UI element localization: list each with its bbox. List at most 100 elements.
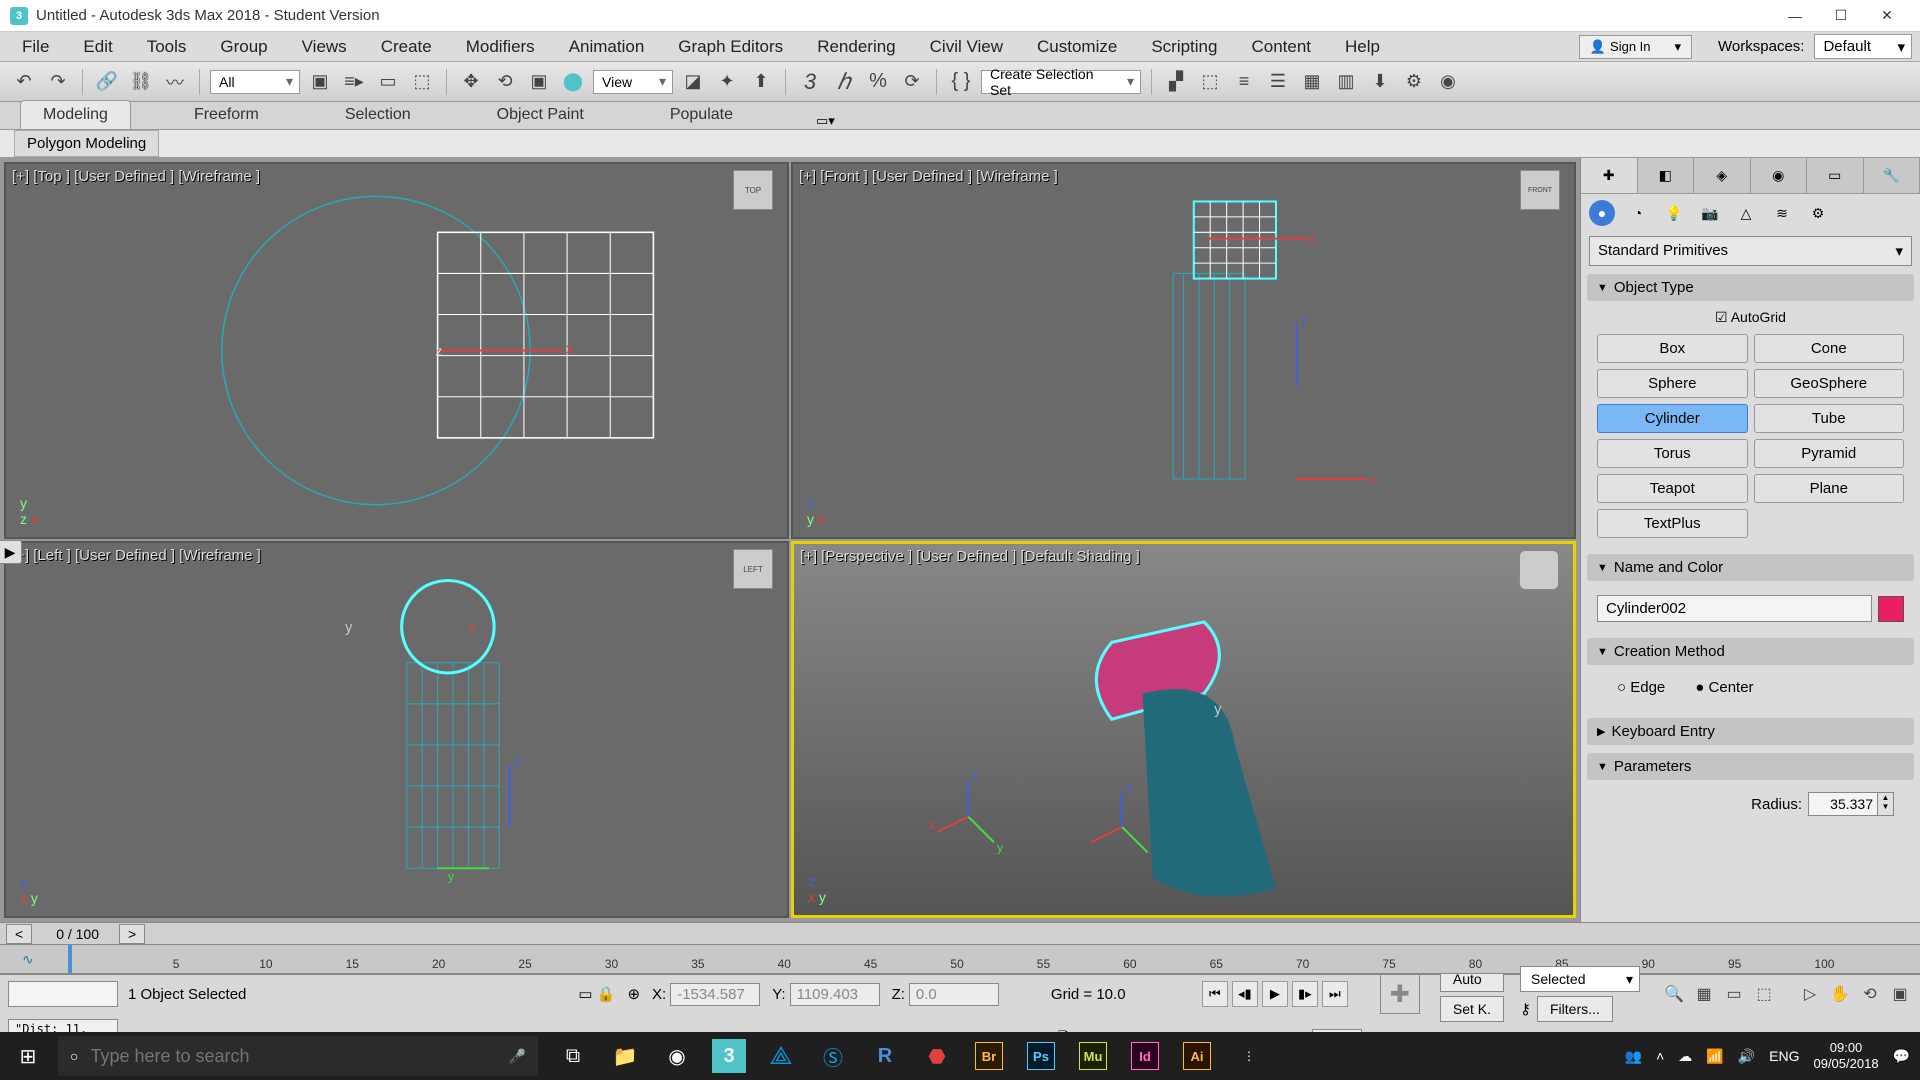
material-editor-button[interactable]: ⬇ — [1366, 68, 1394, 96]
systems-subtab[interactable]: ⚙ — [1805, 200, 1831, 226]
clock[interactable]: 09:00 09/05/2018 — [1813, 1040, 1878, 1071]
viewport-expand-button[interactable]: ▶ — [0, 540, 22, 564]
menu-file[interactable]: File — [8, 33, 63, 61]
goto-start-button[interactable]: ⏮ — [1202, 981, 1228, 1007]
menu-create[interactable]: Create — [367, 33, 446, 61]
view-cube-persp[interactable] — [1519, 550, 1559, 590]
autodesk-icon[interactable]: ⟁ — [756, 1032, 806, 1080]
menu-edit[interactable]: Edit — [69, 33, 126, 61]
acrobat-icon[interactable]: ⬣ — [912, 1032, 962, 1080]
coord-sys-icon[interactable]: ⊕ — [627, 985, 640, 1003]
btn-geosphere[interactable]: GeoSphere — [1754, 369, 1905, 398]
menu-tools[interactable]: Tools — [133, 33, 201, 61]
radio-center[interactable]: ● Center — [1695, 679, 1753, 696]
orbit-icon[interactable]: ⟲ — [1858, 982, 1882, 1006]
spinner-snap-button[interactable]: ⟳ — [898, 68, 926, 96]
cameras-subtab[interactable]: 📷 — [1697, 200, 1723, 226]
chrome-icon[interactable]: ◉ — [652, 1032, 702, 1080]
skype-icon[interactable]: Ⓢ — [808, 1032, 858, 1080]
people-icon[interactable]: 👥 — [1625, 1048, 1642, 1065]
coord-y[interactable]: 1109.403 — [790, 983, 880, 1006]
viewport-front[interactable]: [+] [Front ] [User Defined ] [Wireframe … — [791, 162, 1576, 539]
viewport-front-label[interactable]: [+] [Front ] [User Defined ] [Wireframe … — [799, 168, 1058, 185]
sub-tab-polygon-modeling[interactable]: Polygon Modeling — [14, 130, 159, 157]
shapes-subtab[interactable]: ◔ — [1625, 200, 1651, 226]
revit-icon[interactable]: R — [860, 1032, 910, 1080]
lock-icon[interactable]: ▭ 🔒 — [578, 985, 615, 1003]
viewport-perspective[interactable]: [+] [Perspective ] [User Defined ] [Defa… — [791, 541, 1576, 918]
manipulate-button[interactable]: ✦ — [713, 68, 741, 96]
notifications-icon[interactable]: 💬 — [1893, 1048, 1910, 1065]
btn-tube[interactable]: Tube — [1754, 404, 1905, 433]
zoom-icon[interactable]: 🔍 — [1662, 982, 1686, 1006]
menu-views[interactable]: Views — [288, 33, 361, 61]
3dsmax-icon[interactable]: 3 — [712, 1039, 746, 1073]
motion-tab[interactable]: ◉ — [1751, 158, 1808, 193]
wifi-icon[interactable]: 📶 — [1706, 1048, 1723, 1065]
zoom-extents-icon[interactable]: ▭ — [1722, 982, 1746, 1006]
view-cube-top[interactable]: TOP — [733, 170, 773, 210]
ribbon-tab-freeform[interactable]: Freeform — [171, 100, 282, 129]
category-dropdown[interactable]: Standard Primitives▾ — [1589, 236, 1912, 266]
view-cube-left[interactable]: LEFT — [733, 549, 773, 589]
radio-edge[interactable]: ○ Edge — [1617, 679, 1665, 696]
taskbar-search[interactable]: ○ 🎤 — [58, 1036, 538, 1076]
zoom-region-icon[interactable]: ⬚ — [1752, 982, 1776, 1006]
btn-teapot[interactable]: Teapot — [1597, 474, 1748, 503]
selected-combo[interactable]: Selected — [1520, 966, 1640, 992]
ribbon-tab-selection[interactable]: Selection — [322, 100, 434, 129]
select-by-name-button[interactable]: ≡▸ — [340, 68, 368, 96]
set-key-big-button[interactable]: ✚ — [1380, 974, 1420, 1014]
ribbon-tab-object-paint[interactable]: Object Paint — [474, 100, 607, 129]
walk-icon[interactable]: ✋ — [1828, 982, 1852, 1006]
btn-textplus[interactable]: TextPlus — [1597, 509, 1748, 538]
menu-help[interactable]: Help — [1331, 33, 1394, 61]
cloud-icon[interactable]: ☁ — [1678, 1048, 1692, 1065]
rotate-button[interactable]: ⟲ — [491, 68, 519, 96]
rollout-header-keyboard-entry[interactable]: ▶Keyboard Entry — [1587, 718, 1914, 745]
set-key-button[interactable]: Set K. — [1440, 996, 1504, 1022]
viewport-left[interactable]: [+] [Left ] [User Defined ] [Wireframe ]… — [4, 541, 789, 918]
menu-animation[interactable]: Animation — [555, 33, 659, 61]
placement-button[interactable]: ⬤ — [559, 68, 587, 96]
mirror-button[interactable]: ▞ — [1162, 68, 1190, 96]
search-input[interactable] — [90, 1046, 496, 1067]
snap-toggle-button[interactable]: 3 — [796, 68, 824, 96]
zoom-all-icon[interactable]: ▦ — [1692, 982, 1716, 1006]
hierarchy-tab[interactable]: ◈ — [1694, 158, 1751, 193]
key-filters-button[interactable]: Filters... — [1537, 996, 1613, 1022]
language-indicator[interactable]: ENG — [1769, 1048, 1799, 1064]
curve-editor-button[interactable]: ▦ — [1298, 68, 1326, 96]
btn-pyramid[interactable]: Pyramid — [1754, 439, 1905, 468]
bind-button[interactable]: 〰 — [161, 68, 189, 96]
render-frame-button[interactable]: ◉ — [1434, 68, 1462, 96]
pan-icon[interactable]: ▷ — [1798, 982, 1822, 1006]
btn-sphere[interactable]: Sphere — [1597, 369, 1748, 398]
volume-icon[interactable]: 🔊 — [1738, 1048, 1755, 1065]
named-sel-bracket-icon[interactable]: { } — [947, 68, 975, 96]
ribbon-tab-modeling[interactable]: Modeling — [20, 100, 131, 129]
next-frame-button[interactable]: ▮▸ — [1292, 981, 1318, 1007]
minimize-button[interactable]: — — [1772, 0, 1818, 32]
viewport-top[interactable]: [+] [Top ] [User Defined ] [Wireframe ] … — [4, 162, 789, 539]
goto-end-button[interactable]: ⏭ — [1322, 981, 1348, 1007]
start-button[interactable]: ⊞ — [0, 1032, 56, 1080]
ribbon-tab-populate[interactable]: Populate — [647, 100, 756, 129]
btn-box[interactable]: Box — [1597, 334, 1748, 363]
menu-modifiers[interactable]: Modifiers — [452, 33, 549, 61]
object-color-swatch[interactable] — [1878, 596, 1904, 622]
key-filters-icon[interactable]: ⚷ — [1520, 1000, 1531, 1018]
coord-x[interactable]: -1534.587 — [670, 983, 760, 1006]
task-view-icon[interactable]: ⧉ — [548, 1032, 598, 1080]
btn-torus[interactable]: Torus — [1597, 439, 1748, 468]
layers-button[interactable]: ≡ — [1230, 68, 1258, 96]
btn-cone[interactable]: Cone — [1754, 334, 1905, 363]
lights-subtab[interactable]: 💡 — [1661, 200, 1687, 226]
menu-graph-editors[interactable]: Graph Editors — [664, 33, 797, 61]
time-next-button[interactable]: > — [119, 924, 145, 944]
keyboard-shortcut-button[interactable]: ⬆ — [747, 68, 775, 96]
render-setup-button[interactable]: ⚙ — [1400, 68, 1428, 96]
rollout-header-object-type[interactable]: ▼Object Type — [1587, 274, 1914, 301]
photoshop-icon[interactable]: Ps — [1016, 1032, 1066, 1080]
viewport-left-label[interactable]: [+] [Left ] [User Defined ] [Wireframe ] — [12, 547, 261, 564]
